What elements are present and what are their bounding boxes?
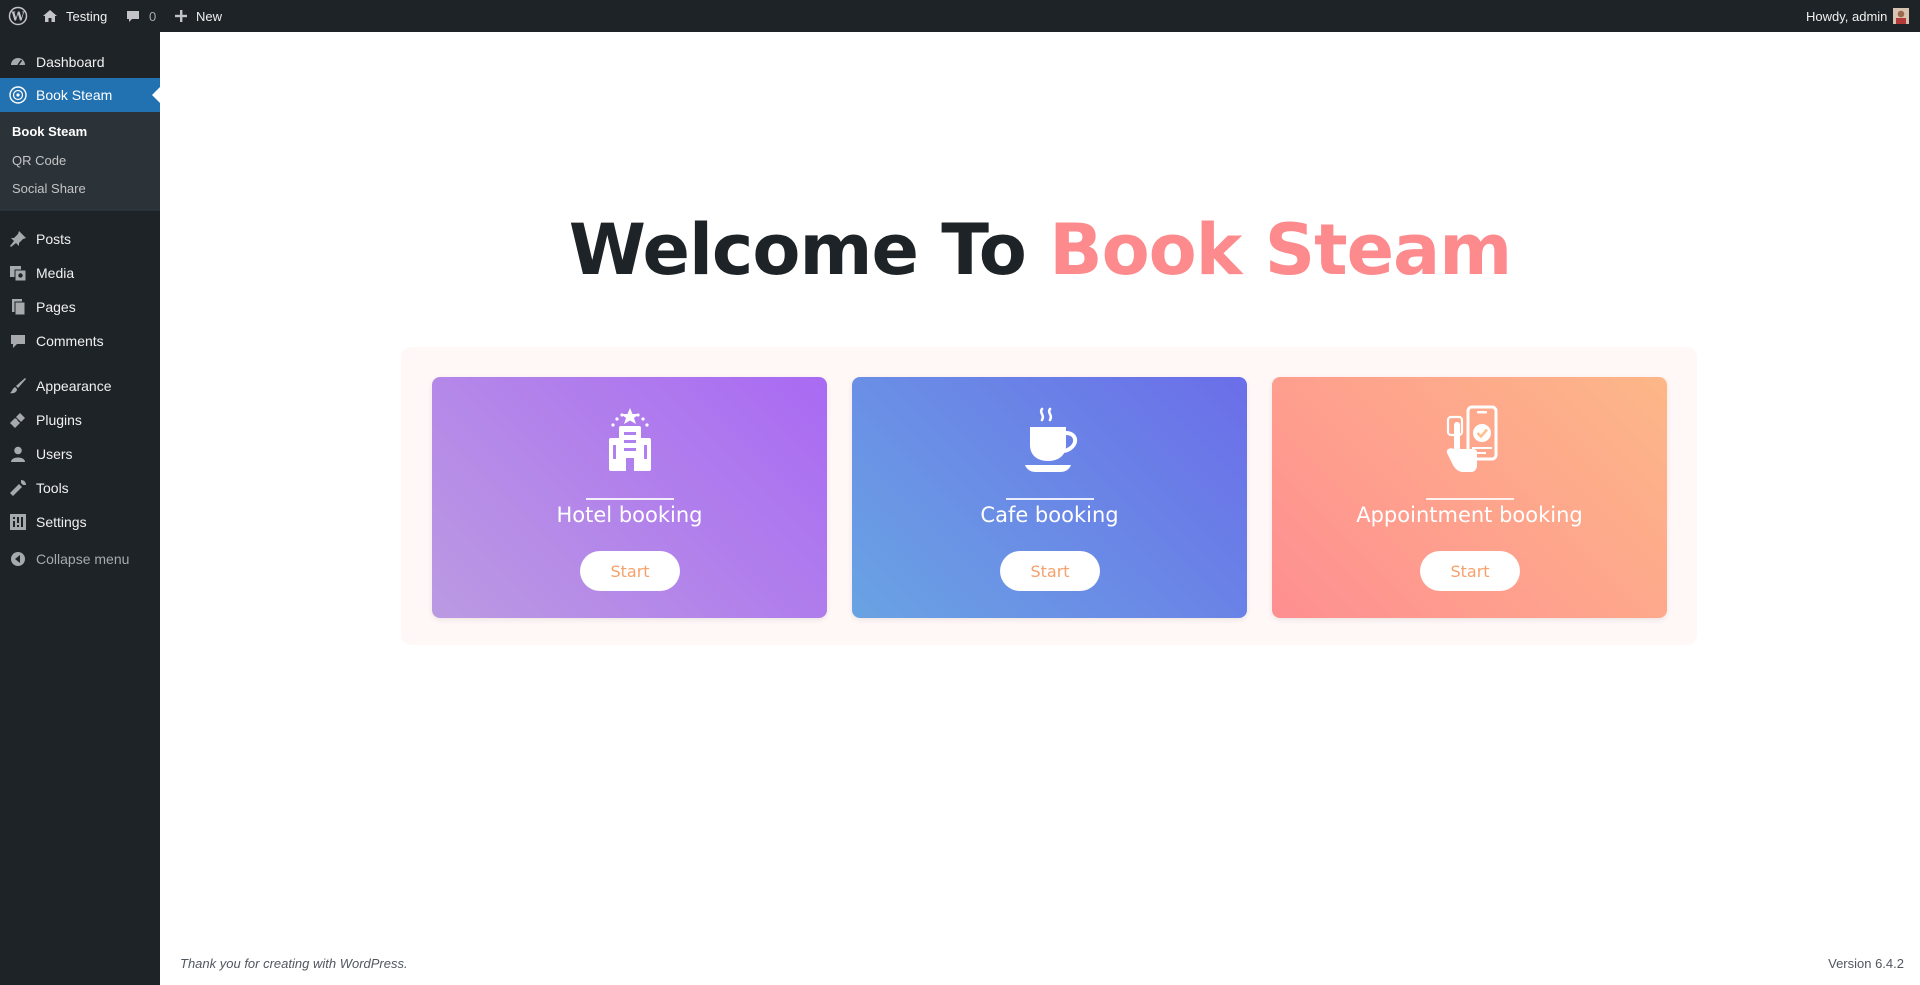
book-steam-submenu: Book Steam QR Code Social Share — [0, 112, 160, 211]
welcome-accent: Book Steam — [1049, 209, 1512, 291]
cafe-booking-card: Cafe booking Start — [852, 377, 1247, 618]
admin-sidebar: Dashboard Book Steam Book Steam QR Code … — [0, 32, 160, 985]
menu-posts[interactable]: Posts — [0, 222, 160, 256]
coffee-cup-icon — [852, 405, 1247, 475]
hotel-start-button[interactable]: Start — [580, 551, 680, 591]
wrench-icon — [8, 478, 28, 498]
svg-text:W: W — [10, 10, 25, 24]
new-content-link[interactable]: New — [174, 0, 222, 32]
menu-book-steam[interactable]: Book Steam — [0, 78, 160, 112]
collapse-arrow-icon — [8, 549, 28, 569]
appointment-start-button[interactable]: Start — [1420, 551, 1520, 591]
comments-link[interactable]: 0 — [125, 0, 156, 32]
mobile-booking-icon — [1272, 405, 1667, 475]
comment-bubble-icon — [125, 8, 141, 24]
menu-label: Comments — [36, 333, 104, 349]
home-icon — [42, 8, 58, 24]
menu-label: Dashboard — [36, 54, 105, 70]
card-divider — [586, 498, 674, 500]
card-divider — [1426, 498, 1514, 500]
menu-label: Users — [36, 446, 73, 462]
menu-label: Plugins — [36, 412, 82, 428]
card-title: Hotel booking — [556, 503, 703, 527]
pushpin-icon — [8, 229, 28, 249]
comments-count: 0 — [149, 8, 157, 24]
menu-settings[interactable]: Settings — [0, 505, 160, 539]
menu-dashboard[interactable]: Dashboard — [0, 45, 160, 79]
plugin-icon — [8, 410, 28, 430]
new-label: New — [196, 8, 223, 24]
hotel-icon — [432, 405, 827, 475]
welcome-prefix: Welcome To — [568, 209, 1027, 291]
menu-plugins[interactable]: Plugins — [0, 403, 160, 437]
footer-version: Version 6.4.2 — [1828, 956, 1904, 971]
hotel-booking-card: Hotel booking Start — [432, 377, 827, 618]
menu-label: Tools — [36, 480, 69, 496]
card-divider — [1006, 498, 1094, 500]
menu-label: Appearance — [36, 378, 112, 394]
menu-comments[interactable]: Comments — [0, 324, 160, 358]
main-content: Welcome To Book Steam Hotel booking Star… — [160, 32, 1920, 985]
booking-panel: Hotel booking Start Cafe booking Start A… — [401, 347, 1697, 645]
page-title: Welcome To Book Steam — [160, 210, 1920, 290]
collapse-menu-button[interactable]: Collapse menu — [0, 542, 160, 576]
wordpress-logo-icon[interactable]: W — [8, 0, 28, 32]
appointment-booking-card: Appointment booking Start — [1272, 377, 1667, 618]
submenu-qr-code[interactable]: QR Code — [12, 153, 66, 168]
avatar — [1893, 8, 1910, 24]
dashboard-icon — [8, 52, 28, 72]
howdy-text: Howdy, admin — [1806, 8, 1888, 24]
menu-label: Posts — [36, 231, 72, 247]
menu-label: Book Steam — [36, 87, 113, 103]
site-name: Testing — [66, 8, 108, 24]
menu-pages[interactable]: Pages — [0, 290, 160, 324]
plus-icon — [174, 9, 188, 23]
admin-bar: W Testing 0 New Howdy, admin — [0, 0, 1920, 32]
cafe-start-button[interactable]: Start — [1000, 551, 1100, 591]
site-name-link[interactable]: Testing — [42, 0, 107, 32]
pages-icon — [8, 297, 28, 317]
submenu-social-share[interactable]: Social Share — [12, 181, 86, 196]
book-steam-icon — [8, 85, 28, 105]
settings-icon — [8, 512, 28, 532]
brush-icon — [8, 376, 28, 396]
collapse-label: Collapse menu — [36, 551, 130, 567]
menu-tools[interactable]: Tools — [0, 471, 160, 505]
submenu-book-steam[interactable]: Book Steam — [12, 124, 87, 139]
menu-label: Pages — [36, 299, 76, 315]
card-title: Appointment booking — [1356, 503, 1583, 527]
comment-icon — [8, 331, 28, 351]
menu-media[interactable]: Media — [0, 256, 160, 290]
menu-label: Settings — [36, 514, 87, 530]
menu-users[interactable]: Users — [0, 437, 160, 471]
account-menu[interactable]: Howdy, admin — [1806, 0, 1910, 32]
footer-thanks: Thank you for creating with WordPress. — [180, 956, 408, 971]
menu-label: Media — [36, 265, 75, 281]
user-icon — [8, 444, 28, 464]
media-icon — [8, 263, 28, 283]
card-title: Cafe booking — [980, 503, 1119, 527]
menu-appearance[interactable]: Appearance — [0, 369, 160, 403]
